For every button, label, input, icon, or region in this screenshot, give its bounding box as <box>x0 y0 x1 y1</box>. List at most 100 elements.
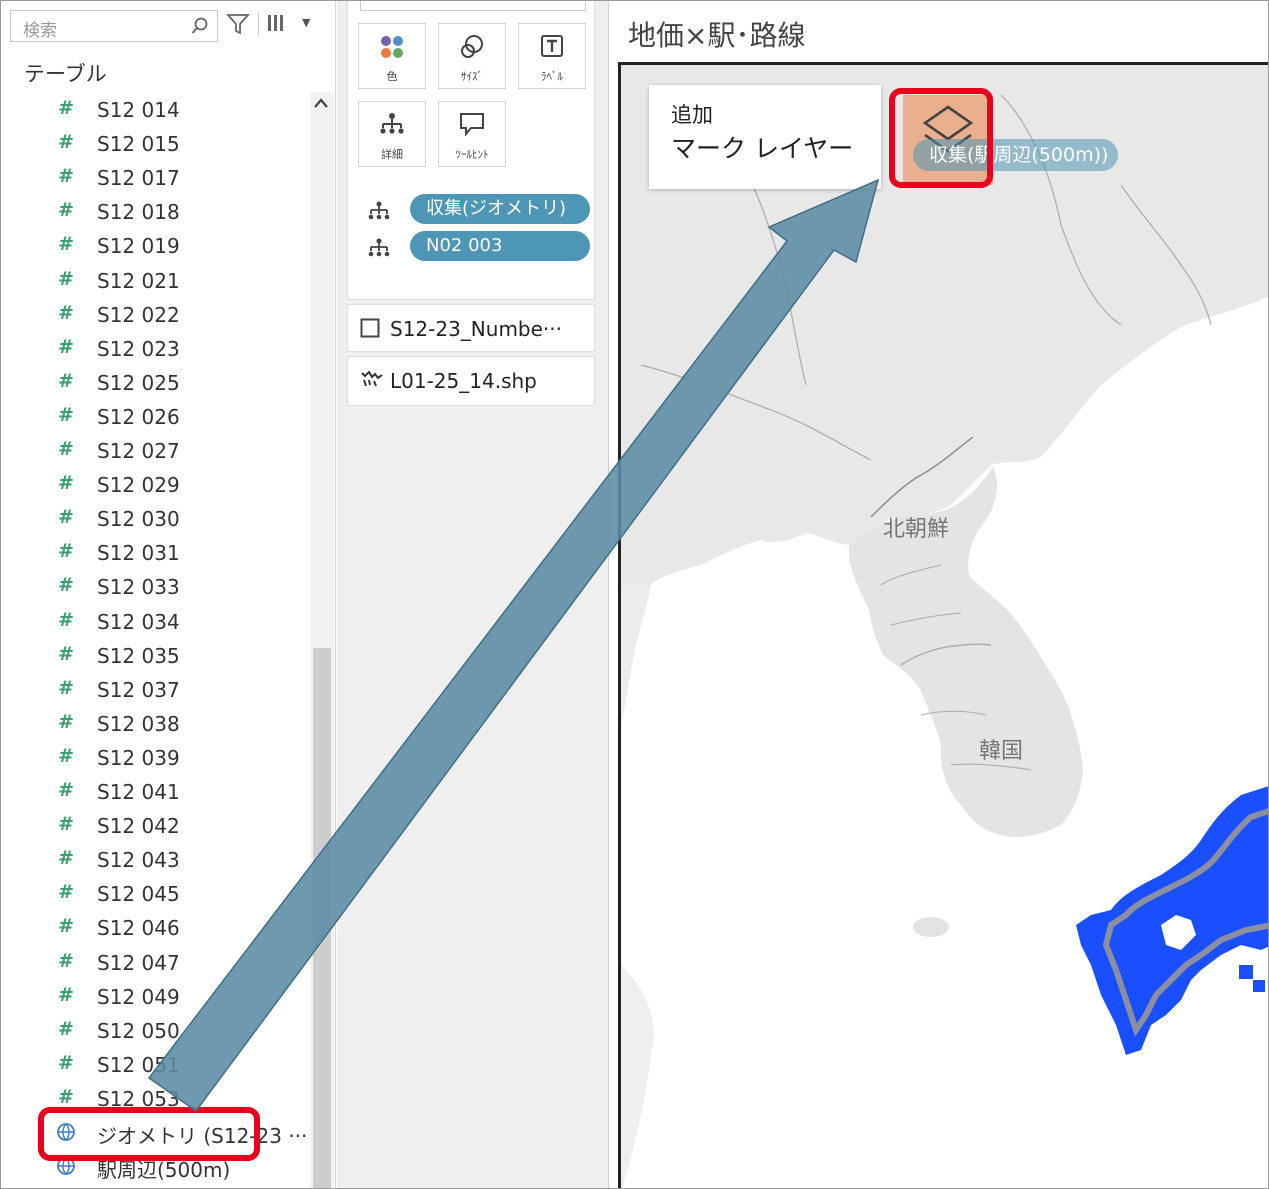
field-item[interactable]: # S12 033 <box>0 570 300 604</box>
field-item[interactable]: # S12 022 <box>0 298 300 332</box>
detail-pill-row[interactable]: N02 003 <box>368 231 598 263</box>
number-type-icon: # <box>58 983 74 1006</box>
layer-name: L01-25_14.shp <box>390 369 537 393</box>
field-item[interactable]: # S12 017 <box>0 161 300 195</box>
field-item[interactable]: # S12 030 <box>0 502 300 536</box>
field-name: S12 051 <box>97 1052 180 1077</box>
field-item[interactable]: # S12 035 <box>0 639 300 673</box>
field-item[interactable]: # S12 027 <box>0 434 300 468</box>
field-item[interactable]: # S12 015 <box>0 127 300 161</box>
field-item[interactable]: # S12 041 <box>0 775 300 809</box>
field-item[interactable]: # S12 026 <box>0 400 300 434</box>
mark-layer-label: マーク レイヤー <box>671 134 854 163</box>
field-item[interactable]: # S12 019 <box>0 229 300 263</box>
field-name: S12 045 <box>97 882 180 907</box>
number-type-icon: # <box>58 744 74 767</box>
detail-button[interactable]: 詳細 <box>358 101 426 167</box>
number-type-icon: # <box>58 403 74 426</box>
field-name: S12 030 <box>97 507 180 532</box>
color-button-label: 色 <box>386 70 398 83</box>
field-item[interactable]: # S12 051 <box>0 1048 300 1082</box>
number-type-icon: # <box>58 642 74 665</box>
label-button-label: ﾗﾍﾞﾙ <box>541 70 563 83</box>
field-list: # S12 014 # S12 015 # S12 017 # S12 018 # S12 019… <box>0 92 310 1189</box>
marks-pane: 色 ｻｲｽﾞ ﾗﾍﾞﾙ 詳細 ﾂｰﾙﾋﾝﾄ 収集(ジオメトリ) N02 003 … <box>337 0 609 1189</box>
field-item[interactable]: # S12 038 <box>0 707 300 741</box>
field-item[interactable]: # S12 025 <box>0 366 300 400</box>
size-button-label: ｻｲｽﾞ <box>461 70 483 83</box>
detail-pill-row[interactable]: 収集(ジオメトリ) <box>368 194 598 226</box>
toolbar-divider <box>258 12 259 36</box>
number-type-icon: # <box>58 472 74 495</box>
mark-type-dropdown[interactable] <box>360 0 586 11</box>
field-item[interactable]: # S12 031 <box>0 536 300 570</box>
layer-s12[interactable]: S12-23_Numbe··· <box>347 304 595 352</box>
field-item[interactable]: # S12 029 <box>0 468 300 502</box>
tooltip-button[interactable]: ﾂｰﾙﾋﾝﾄ <box>438 101 506 167</box>
detail-icon <box>368 238 390 262</box>
field-name: S12 039 <box>97 745 180 770</box>
number-type-icon: # <box>58 1051 74 1074</box>
field-name: S12 049 <box>97 984 180 1009</box>
geometry-pill[interactable]: 収集(ジオメトリ) <box>410 194 590 224</box>
size-button[interactable]: ｻｲｽﾞ <box>438 23 506 89</box>
field-item[interactable]: # S12 037 <box>0 673 300 707</box>
field-name: S12 043 <box>97 848 180 873</box>
field-item[interactable]: # S12 034 <box>0 605 300 639</box>
tooltip-button-label: ﾂｰﾙﾋﾝﾄ <box>455 148 489 161</box>
field-name: S12 041 <box>97 780 180 804</box>
search-input[interactable]: 検索 <box>10 10 218 42</box>
field-name: S12 014 <box>97 98 180 122</box>
number-type-icon: # <box>58 199 74 222</box>
number-type-icon: # <box>58 949 74 972</box>
map-label-south-korea: 韓国 <box>979 739 1024 764</box>
checkbox-icon[interactable] <box>360 318 380 342</box>
tables-heading: テーブル <box>24 62 107 86</box>
field-name: S12 025 <box>97 370 180 395</box>
field-item[interactable]: # S12 018 <box>0 195 300 229</box>
search-icon[interactable] <box>191 17 209 39</box>
scroll-up-icon[interactable] <box>314 96 328 112</box>
field-item[interactable]: # S12 014 <box>0 93 300 127</box>
detail-icon <box>359 112 425 140</box>
filter-icon[interactable] <box>225 12 251 40</box>
label-button[interactable]: ﾗﾍﾞﾙ <box>518 23 586 89</box>
field-item[interactable]: # S12 023 <box>0 332 300 366</box>
detail-button-label: 詳細 <box>381 148 403 161</box>
search-placeholder: 検索 <box>23 21 57 41</box>
chevron-down-icon[interactable]: ▼ <box>302 16 310 29</box>
layer-name: S12-23_Numbe··· <box>390 317 563 341</box>
detail-icon <box>368 201 390 225</box>
field-item[interactable]: # S12 042 <box>0 809 300 843</box>
field-item[interactable]: # S12 043 <box>0 843 300 877</box>
layer-l01[interactable]: L01-25_14.shp <box>347 356 595 406</box>
field-item[interactable]: # S12 047 <box>0 946 300 980</box>
basemap <box>621 65 1269 1189</box>
number-type-icon: # <box>58 813 74 836</box>
field-name: S12 022 <box>97 302 180 327</box>
size-icon <box>439 34 505 64</box>
number-type-icon: # <box>58 301 74 324</box>
map-view[interactable]: 北朝鮮 韓国 追加 マーク レイヤー 収集(駅周辺(500m)) <box>618 62 1269 1189</box>
field-item[interactable]: # S12 049 <box>0 980 300 1014</box>
field-item[interactable]: # S12 050 <box>0 1014 300 1048</box>
columns-icon[interactable] <box>266 13 290 37</box>
number-type-icon: # <box>58 506 74 529</box>
field-name: S12 035 <box>97 643 180 668</box>
field-item[interactable]: # S12 021 <box>0 264 300 298</box>
field-name: S12 015 <box>97 132 180 157</box>
highlight-box-geometry-field <box>38 1107 260 1161</box>
field-name: S12 034 <box>97 609 180 634</box>
number-type-icon: # <box>58 881 74 904</box>
field-name: S12 018 <box>97 200 180 225</box>
field-name: S12 023 <box>97 336 180 361</box>
n02-pill[interactable]: N02 003 <box>410 231 590 261</box>
field-item[interactable]: # S12 046 <box>0 911 300 945</box>
field-name: S12 031 <box>97 541 180 566</box>
number-type-icon: # <box>58 779 74 801</box>
scrollbar-thumb[interactable] <box>313 648 331 1189</box>
color-button[interactable]: 色 <box>358 23 426 89</box>
tooltip-icon <box>439 112 505 140</box>
field-item[interactable]: # S12 039 <box>0 741 300 775</box>
field-item[interactable]: # S12 045 <box>0 877 300 911</box>
